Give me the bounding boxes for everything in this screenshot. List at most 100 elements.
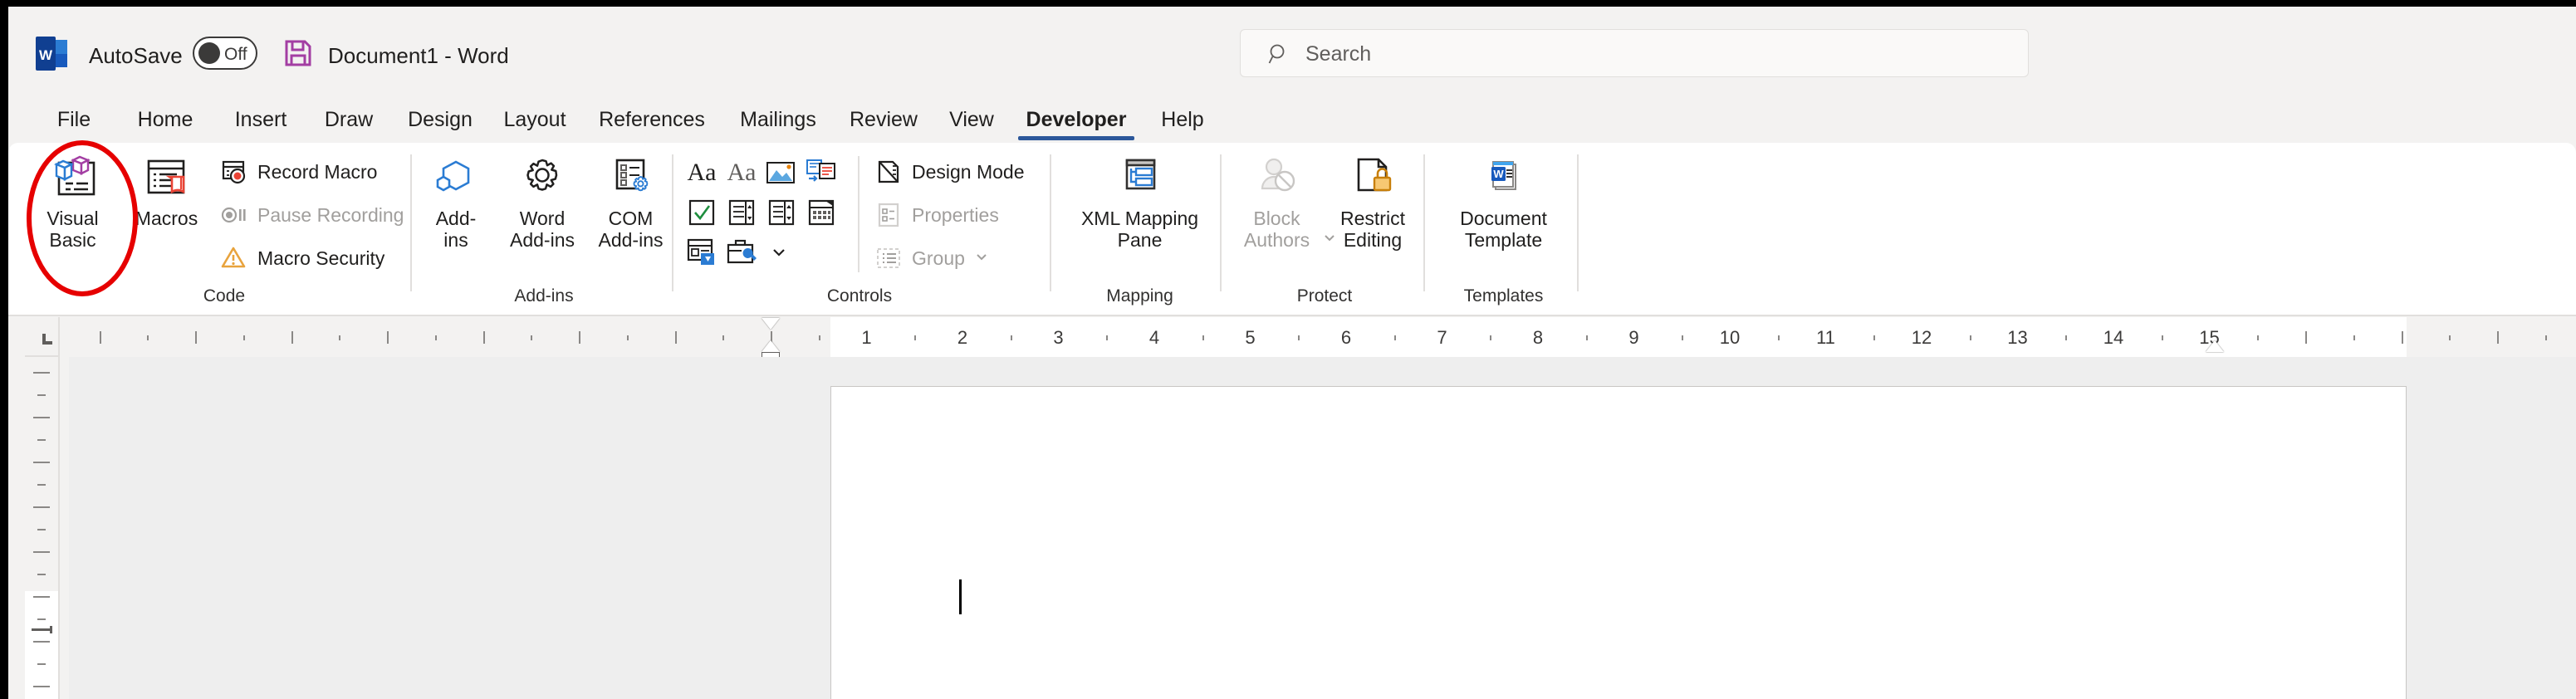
plain-text-content-control-icon[interactable]: Aa (725, 156, 758, 189)
ruler-tick (1969, 335, 1971, 340)
ruler-tick (291, 331, 293, 344)
ruler-tick (2305, 331, 2307, 344)
ribbon-tab-strip: File Home Insert Draw Design Layout References… (8, 96, 2576, 143)
date-picker-content-control-icon[interactable] (805, 196, 838, 229)
search-box[interactable]: Search (1240, 29, 2029, 77)
search-input[interactable]: Search (1305, 42, 1371, 66)
macro-security-button[interactable]: Macro Security (220, 244, 384, 272)
ruler-number: 11 (1816, 327, 1835, 348)
add-ins-button[interactable]: Add- ins (419, 153, 492, 252)
tab-draw[interactable]: Draw (314, 96, 384, 143)
document-page[interactable] (830, 386, 2407, 699)
group-label: Group (912, 247, 965, 269)
ruler-tick (1010, 335, 1012, 340)
ruler-tick (2353, 335, 2355, 340)
right-indent-marker[interactable] (2206, 340, 2224, 352)
record-macro-icon (220, 158, 248, 186)
visual-basic-label: Visual Basic (47, 208, 99, 251)
word-logo-icon: W (36, 37, 67, 71)
vertical-ruler-tick (33, 686, 50, 687)
combo-box-content-control-icon[interactable] (725, 196, 758, 229)
tab-file[interactable]: File (45, 96, 103, 143)
tab-references[interactable]: References (590, 96, 714, 143)
save-floppy-icon[interactable] (283, 38, 313, 68)
building-block-gallery-control-icon[interactable] (805, 156, 838, 189)
tab-mailings[interactable]: Mailings (729, 96, 827, 143)
tab-layout[interactable]: Layout (497, 96, 573, 143)
design-mode-button[interactable]: Design Mode (874, 158, 1025, 186)
tab-label: Design (408, 107, 473, 131)
controls-expand-chevron-icon[interactable] (762, 236, 796, 269)
tab-review[interactable]: Review (842, 96, 925, 143)
vertical-ruler-tick (33, 372, 50, 374)
block-authors-icon (1253, 153, 1301, 204)
legacy-tools-icon[interactable] (725, 236, 758, 269)
ruler-tick (2401, 331, 2403, 344)
svg-text:W: W (39, 47, 53, 63)
xml-mapping-pane-button[interactable]: XML Mapping Pane (1071, 153, 1208, 252)
com-add-ins-icon (607, 153, 655, 204)
vertical-ruler-tick (33, 551, 50, 553)
record-macro-label: Record Macro (257, 160, 378, 183)
group-label-controls: Controls (826, 286, 893, 306)
design-mode-label: Design Mode (912, 160, 1025, 183)
properties-icon (874, 201, 903, 229)
document-template-button[interactable]: W Document Template (1443, 153, 1564, 252)
record-macro-button[interactable]: Record Macro (220, 158, 377, 186)
tab-label: Home (137, 107, 193, 131)
vertical-ruler-tick (37, 574, 46, 575)
ruler-tick (1106, 335, 1109, 340)
design-mode-icon (874, 158, 903, 186)
picture-content-control-icon[interactable] (765, 156, 798, 189)
xml-mapping-pane-label: XML Mapping Pane (1080, 208, 1199, 251)
group-label-code: Code (203, 286, 246, 306)
ribbon: Visual Basic Macros Record Macro Pause R… (8, 143, 2576, 315)
hanging-indent-marker[interactable] (762, 340, 780, 352)
pause-recording-label: Pause Recording (257, 203, 404, 226)
tab-design[interactable]: Design (399, 96, 482, 143)
com-add-ins-button[interactable]: COM Add-ins (591, 153, 670, 252)
ruler-number: 10 (1719, 327, 1741, 348)
first-line-indent-marker[interactable] (762, 318, 780, 330)
macros-label: Macros (135, 208, 198, 229)
restrict-editing-button[interactable]: Restrict Editing (1331, 153, 1414, 252)
group-label-templates: Templates (1463, 286, 1544, 306)
tab-developer[interactable]: Developer (1018, 96, 1134, 143)
ruler-tick (914, 335, 917, 340)
word-application-window: W AutoSave Off Document1 - Word Search F… (8, 7, 2576, 699)
vertical-ruler-tick (33, 596, 50, 598)
ruler-number: 7 (1437, 327, 1447, 348)
rich-text-content-control-icon[interactable]: Aa (685, 156, 718, 189)
autosave-state-label: Off (224, 45, 247, 64)
ruler-tick (2544, 335, 2547, 340)
visual-basic-button[interactable]: Visual Basic (29, 153, 116, 252)
tab-label: View (949, 107, 994, 131)
repeating-section-control-icon[interactable] (685, 236, 718, 269)
tab-help[interactable]: Help (1153, 96, 1212, 143)
tab-home[interactable]: Home (125, 96, 206, 143)
tab-insert[interactable]: Insert (224, 96, 297, 143)
ruler-number: 9 (1628, 327, 1639, 348)
checkbox-content-control-icon[interactable] (685, 196, 718, 229)
ruler-tick (626, 335, 629, 340)
autosave-toggle[interactable]: Off (193, 37, 257, 70)
ruler-tick (147, 335, 149, 340)
tab-label: Review (850, 107, 918, 131)
tab-view[interactable]: View (942, 96, 1002, 143)
horizontal-ruler[interactable]: 1 2 3 4 5 6 7 8 9 10 11 12 13 14 15 (69, 317, 2576, 359)
vertical-ruler-tick (37, 529, 46, 530)
vertical-ruler[interactable] (25, 357, 58, 699)
vertical-ruler-tick (33, 462, 50, 463)
word-add-ins-button[interactable]: Word Add-ins (497, 153, 588, 252)
word-add-ins-label: Word Add-ins (510, 208, 575, 251)
drop-down-list-content-control-icon[interactable] (765, 196, 798, 229)
properties-label: Properties (912, 203, 999, 226)
document-canvas[interactable] (69, 357, 2576, 699)
macros-button[interactable]: Macros (123, 153, 210, 230)
restrict-editing-icon (1349, 153, 1397, 204)
add-ins-icon (432, 153, 480, 204)
ruler-tick (1682, 335, 1684, 340)
ribbon-group-templates: W Document Template Templates (1428, 143, 1578, 315)
ruler-tick (1393, 335, 1396, 340)
ruler-divider-vertical (58, 317, 60, 699)
